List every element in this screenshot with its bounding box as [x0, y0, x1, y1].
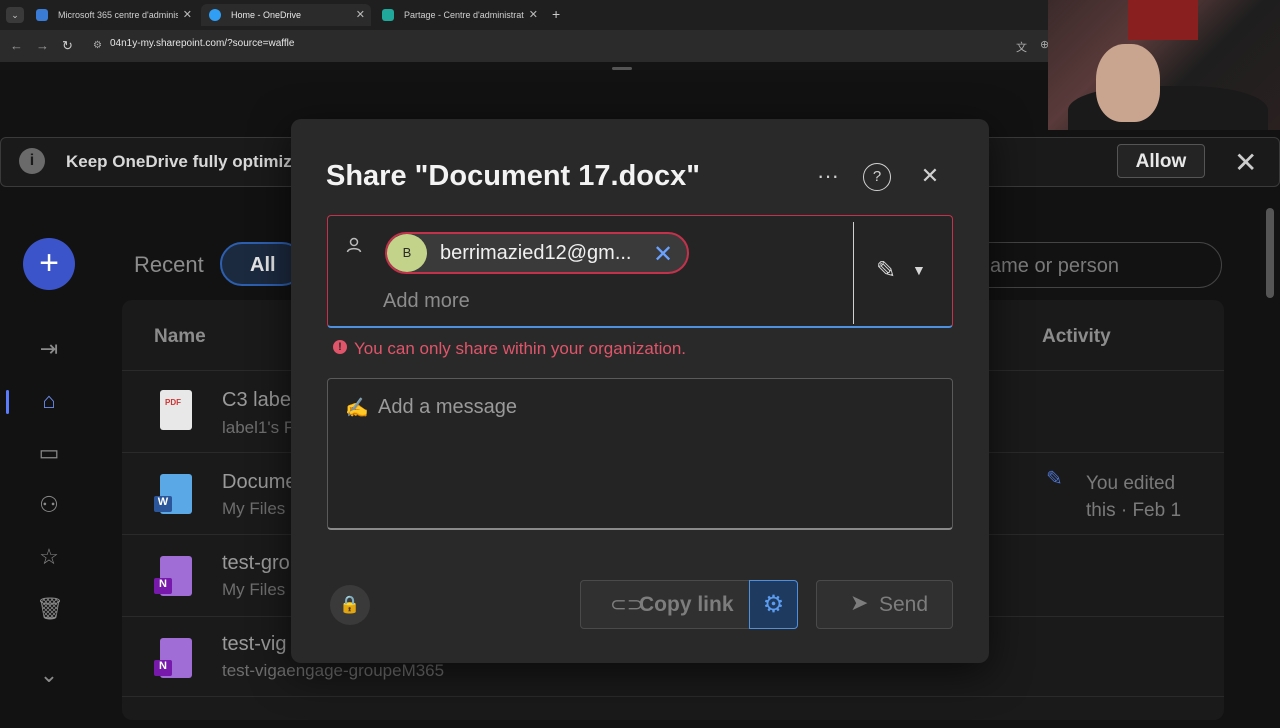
tab-list-button[interactable]: ⌄ — [6, 7, 24, 23]
edit-permission-pencil-icon[interactable]: ✎ — [876, 256, 896, 285]
tab-sharing-admin[interactable]: Partage - Centre d'administration ✕ — [374, 4, 544, 26]
sign-in-icon[interactable]: ⇥ — [36, 336, 62, 362]
close-tab-icon[interactable]: ✕ — [183, 8, 192, 21]
file-title[interactable]: test-gro — [222, 552, 290, 575]
send-button[interactable]: Send — [816, 580, 953, 629]
back-icon[interactable]: ← — [10, 38, 23, 53]
divider — [122, 696, 1224, 697]
lock-icon[interactable]: 🔒 — [330, 585, 370, 625]
info-icon: i — [19, 148, 45, 174]
onedrive-favicon-icon — [209, 9, 221, 21]
translate-icon[interactable]: ⽂ — [1016, 39, 1027, 55]
file-location: test-vigaengage-groupeM365 — [222, 661, 445, 680]
pdf-file-icon: PDF — [160, 390, 192, 430]
file-title[interactable]: Docume — [222, 471, 296, 494]
avatar: B — [387, 234, 427, 272]
tab-onedrive-home[interactable]: Home - OneDrive ✕ — [201, 4, 371, 26]
active-indicator — [6, 390, 9, 414]
file-location: label1's F — [222, 418, 295, 437]
home-icon[interactable]: ⌂ — [36, 388, 62, 414]
close-icon[interactable]: ✕ — [915, 162, 945, 192]
banner-message: Keep OneDrive fully optimize — [66, 152, 302, 171]
create-new-button[interactable]: + — [23, 238, 75, 290]
copy-link-button[interactable]: Copy link — [580, 580, 750, 629]
people-icon[interactable]: ⚇ — [36, 492, 62, 518]
help-icon[interactable]: ? — [863, 163, 891, 191]
new-tab-button[interactable]: + — [552, 6, 560, 22]
add-more-input[interactable]: Add more — [383, 290, 470, 313]
search-placeholder: ame or person — [990, 255, 1119, 277]
tab-label: Home - OneDrive — [231, 10, 302, 20]
presenter-head — [1096, 44, 1160, 122]
chevron-down-icon[interactable]: ▼ — [912, 262, 926, 278]
background-shirt — [1128, 0, 1198, 40]
word-file-icon: W — [154, 474, 192, 514]
sharepoint-favicon-icon — [382, 9, 394, 21]
forward-icon[interactable]: → — [36, 38, 49, 53]
person-icon — [345, 236, 365, 256]
close-icon[interactable]: ✕ — [1234, 146, 1257, 179]
file-title[interactable]: C3 label — [222, 389, 295, 412]
tab-label: Microsoft 365 centre d'administratio — [58, 10, 178, 20]
compose-icon: ✍ — [345, 398, 369, 419]
allow-button[interactable]: Allow — [1117, 144, 1205, 178]
more-options-icon[interactable]: ··· — [813, 162, 843, 192]
send-icon: ➤ — [850, 590, 869, 615]
divider — [853, 222, 854, 324]
error-message: You can only share within your organizat… — [354, 339, 687, 358]
error-icon: ! — [333, 340, 347, 354]
folder-icon[interactable]: ▭ — [36, 440, 62, 466]
trash-icon[interactable]: 🗑 — [36, 596, 64, 622]
column-name-header[interactable]: Name — [154, 326, 206, 348]
reload-icon[interactable]: ↻ — [62, 38, 73, 54]
message-placeholder: Add a message — [378, 396, 517, 418]
star-icon[interactable]: ☆ — [36, 544, 62, 570]
tab-label: Partage - Centre d'administration — [404, 10, 524, 20]
url-field[interactable]: 04n1y-my.sharepoint.com/?source=waffle — [110, 38, 294, 49]
site-info-icon[interactable]: ⚙ — [93, 40, 102, 51]
onenote-file-icon: N — [154, 638, 192, 678]
scrollbar-thumb[interactable] — [1266, 208, 1274, 298]
tab-m365-admin[interactable]: Microsoft 365 centre d'administratio ✕ — [28, 4, 198, 26]
recent-label: Recent — [134, 252, 204, 277]
dialog-title: Share "Document 17.docx" — [326, 160, 700, 192]
file-title[interactable]: test-vig — [222, 633, 286, 656]
webcam-overlay — [1048, 0, 1280, 130]
activity-text: You edited this · Feb 1 — [1086, 473, 1182, 521]
link-settings-gear-icon[interactable]: ⚙ — [749, 580, 798, 629]
close-tab-icon[interactable]: ✕ — [356, 8, 365, 21]
file-location: My Files — [222, 580, 286, 599]
column-activity-header[interactable]: Activity — [1042, 326, 1111, 348]
m365-favicon-icon — [36, 9, 48, 21]
edit-pencil-icon: ✎ — [1046, 468, 1063, 490]
onenote-file-icon: N — [154, 556, 192, 596]
recipient-email: berrimazied12@gm... — [440, 242, 632, 264]
close-tab-icon[interactable]: ✕ — [529, 8, 538, 21]
chevron-down-icon[interactable]: ⌄ — [36, 662, 62, 688]
link-icon: ⊂⊃ — [610, 594, 644, 616]
file-location: My Files — [222, 499, 286, 518]
remove-recipient-icon[interactable]: ✕ — [653, 240, 673, 269]
